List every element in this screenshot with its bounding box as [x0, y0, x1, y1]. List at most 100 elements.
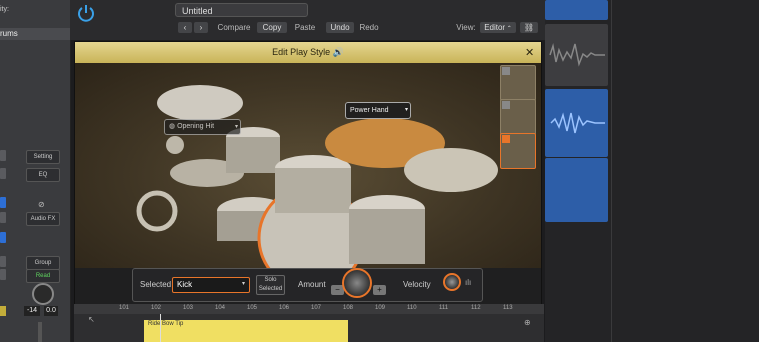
side-toggle-2[interactable]: [0, 168, 6, 179]
audio-fx-button[interactable]: Audio FX: [26, 212, 60, 226]
inspector-panel: ity: rums Setting EQ ⊘ Audio FX Group Re…: [0, 0, 71, 342]
power-icon[interactable]: [76, 3, 96, 23]
ruler-label: 111: [439, 305, 449, 311]
link-icon[interactable]: ⊘: [38, 200, 45, 209]
chimes[interactable]: [166, 136, 184, 154]
drum-kit-stage: Power Hand ▾ ◍ Opening Hit ▾: [75, 63, 541, 268]
side-level-indicator: [0, 306, 6, 316]
ruler-label: 112: [471, 305, 481, 311]
drummer-region[interactable]: Ride Bow Tip: [144, 320, 348, 342]
ruler-label: 101: [119, 305, 130, 311]
ruler-label: 113: [503, 305, 513, 311]
playhead[interactable]: [160, 314, 161, 342]
side-toggle-7[interactable]: [0, 269, 6, 280]
close-icon[interactable]: ✕: [525, 46, 534, 59]
region-label: Ride Bow Tip: [148, 321, 184, 327]
thumbnail-badge-active: [502, 135, 510, 143]
inspector-header-text: ity:: [0, 6, 9, 13]
preset-name-field[interactable]: Untitled: [175, 3, 308, 17]
selected-value: Kick: [177, 280, 193, 289]
opening-hit-label: Opening Hit: [177, 123, 215, 130]
ruler-label: 103: [183, 305, 194, 311]
kit-thumbnail-3-selected[interactable]: [500, 133, 536, 169]
chevron-updown-icon: ⌃: [505, 26, 512, 32]
amount-plus-button[interactable]: +: [373, 285, 386, 295]
side-toggle-3[interactable]: [0, 197, 6, 208]
ruler-label: 105: [247, 305, 258, 311]
copy-button[interactable]: Copy: [257, 22, 287, 33]
opening-hit-popup[interactable]: ◍ Opening Hit ▾: [164, 119, 241, 135]
pan-readout: 0.0: [44, 306, 58, 316]
ruler-label: 110: [407, 305, 417, 311]
preset-name: Untitled: [182, 6, 213, 16]
thumbnail-badge: [502, 67, 510, 75]
region-top[interactable]: [545, 0, 608, 20]
next-preset-button[interactable]: ›: [194, 22, 208, 33]
waveform-graphic: [549, 43, 605, 67]
crash-cymbal-left[interactable]: [157, 85, 243, 121]
audio-region-waveform[interactable]: [545, 24, 608, 86]
crash-cymbal-right[interactable]: [404, 148, 498, 192]
edit-play-style-dialog: Edit Play Style 🔊 ✕ Power Hand ▾ ◍ Openi…: [74, 41, 542, 305]
redo-button[interactable]: Redo: [356, 22, 382, 33]
zoom-icon[interactable]: ⊕: [524, 318, 531, 327]
power-hand-popup[interactable]: Power Hand ▾: [345, 102, 411, 119]
chevron-down-icon: ▾: [404, 107, 408, 113]
timeline-ruler[interactable]: 101 102 103 104 105 106 107 108 109 110 …: [74, 304, 544, 314]
chevron-down-icon: ▾: [234, 124, 238, 130]
speaker-icon[interactable]: 🔊: [333, 47, 344, 57]
mid-tom-shell: [275, 168, 351, 213]
view-value: Editor: [484, 23, 506, 32]
undo-button[interactable]: Undo: [326, 22, 354, 33]
rack-tom-shell: [226, 137, 280, 173]
pan-knob[interactable]: [32, 283, 54, 305]
volume-readout: -14: [24, 306, 40, 316]
setting-button[interactable]: Setting: [26, 150, 60, 164]
hihat-icon: ◍: [169, 123, 176, 130]
volume-fader-track[interactable]: [38, 322, 42, 342]
kit-thumbnail-2[interactable]: [500, 99, 536, 135]
ruler-label: 104: [215, 305, 226, 311]
automation-mode-button[interactable]: Read: [26, 269, 60, 283]
view-label: View:: [456, 23, 476, 32]
plugin-header: Untitled ‹ › Compare Copy Paste Undo Red…: [70, 0, 545, 40]
selected-label: Selected: [140, 280, 172, 289]
view-dropdown[interactable]: Editor ⌃: [480, 22, 516, 33]
compare-button[interactable]: Compare: [215, 22, 253, 33]
pointer-tool-icon[interactable]: ↖: [88, 315, 95, 324]
dialog-title: Edit Play Style: [272, 47, 331, 57]
ruler-label: 107: [311, 305, 322, 311]
tambourine[interactable]: [136, 190, 178, 232]
play-style-controls: Selected Kick ▾ Solo Selected Amount − +…: [75, 268, 541, 304]
kit-thumbnail-1[interactable]: [500, 65, 536, 101]
velocity-bars-icon: ılı: [465, 278, 472, 287]
velocity-knob[interactable]: [443, 273, 461, 291]
selected-dropdown[interactable]: Kick ▾: [172, 277, 250, 293]
power-hand-label: Power Hand: [350, 107, 389, 114]
chevron-down-icon: ▾: [241, 281, 245, 287]
paste-button[interactable]: Paste: [290, 22, 320, 33]
grid-line: [611, 0, 612, 342]
floor-tom-shell: [349, 209, 425, 264]
piano-roll-area: 101 102 103 104 105 106 107 108 109 110 …: [74, 304, 544, 342]
velocity-label: Velocity: [403, 280, 431, 289]
link-chain-icon[interactable]: ⛓: [520, 22, 538, 33]
audio-region-blue[interactable]: [545, 89, 608, 157]
group-button[interactable]: Group: [26, 256, 60, 270]
amount-knob[interactable]: [342, 268, 372, 298]
prev-preset-button[interactable]: ‹: [178, 22, 192, 33]
track-name: rums: [0, 29, 18, 38]
track-name-row[interactable]: rums: [0, 28, 70, 40]
ruler-label: 102: [151, 305, 162, 311]
solo-selected-button[interactable]: Solo Selected: [256, 275, 285, 295]
side-toggle-5[interactable]: [0, 232, 6, 243]
track-area: [545, 0, 759, 342]
drum-kit-illustration: [136, 85, 498, 268]
eq-button[interactable]: EQ: [26, 168, 60, 182]
waveform-graphic-blue: [550, 112, 605, 134]
region-lower[interactable]: [545, 158, 608, 222]
side-toggle-1[interactable]: [0, 150, 6, 161]
side-toggle-4[interactable]: [0, 212, 6, 223]
thumbnail-badge: [502, 101, 510, 109]
side-toggle-6[interactable]: [0, 256, 6, 267]
